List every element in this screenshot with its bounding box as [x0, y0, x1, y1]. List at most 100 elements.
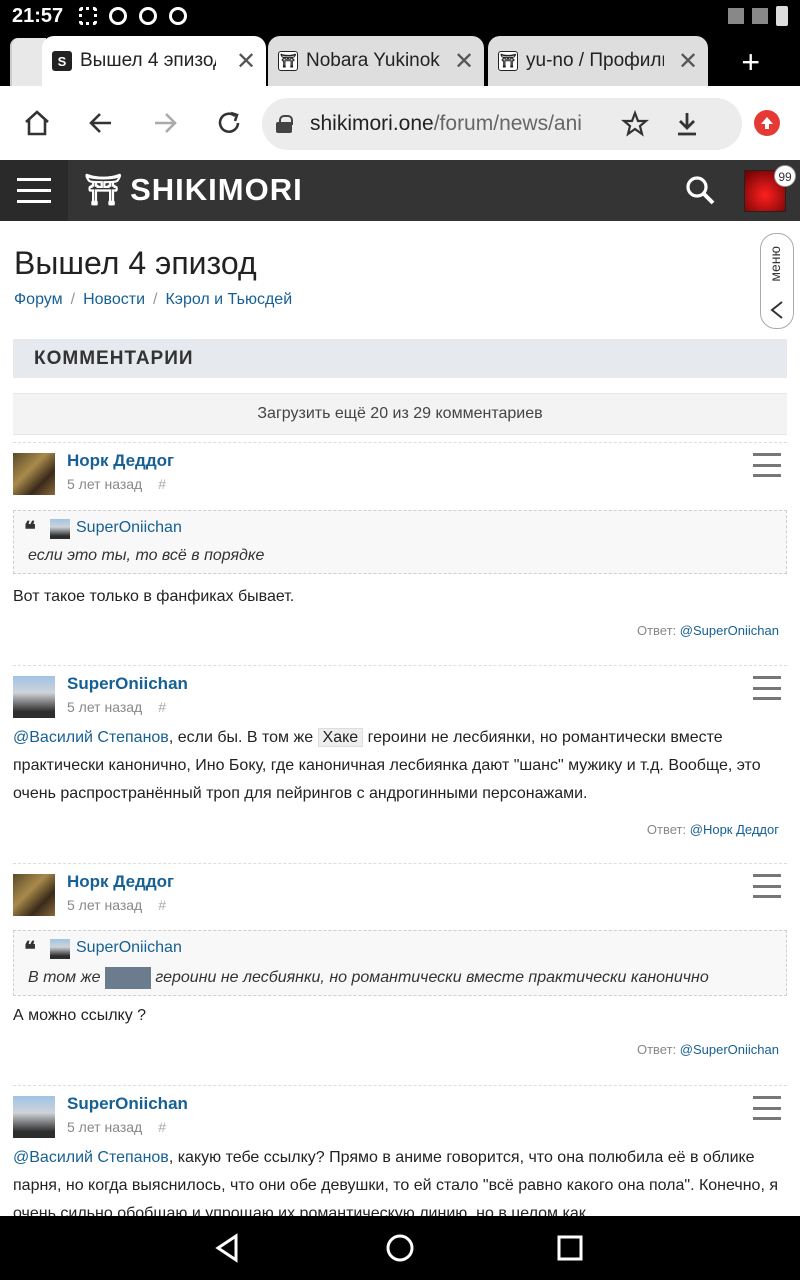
reload-icon[interactable] [212, 106, 246, 140]
page-content: Вышел 4 эпизод Форум / Новости / Кэрол и… [0, 221, 800, 1216]
user-mention[interactable]: @Василий Степанов [13, 1149, 169, 1166]
tab-stack[interactable] [10, 38, 46, 86]
reply-mention[interactable]: @SuperOniichan [680, 623, 779, 638]
quote-author[interactable]: SuperOniichan [76, 519, 182, 537]
quote-block: ❝ SuperOniichan В том же героини не лесб… [13, 930, 787, 996]
system-nav-bar [0, 1216, 800, 1280]
comment: SuperOniichan 5 лет назад # @Василий Степ… [13, 1085, 787, 1216]
star-icon[interactable] [618, 107, 652, 141]
logo-text: SHIKIMORI [130, 172, 303, 207]
shikimori-icon: ⛩ [278, 51, 298, 71]
breadcrumb-forum[interactable]: Форум [14, 291, 63, 309]
spoiler-block[interactable] [104, 967, 151, 989]
download-icon[interactable] [670, 107, 704, 141]
comment-author[interactable]: Норк Деддог [67, 451, 174, 471]
tab-active[interactable]: S Вышел 4 эпизод ✕ [42, 36, 266, 86]
menu-label: меню [767, 246, 783, 282]
quote-icon: ❝ [24, 937, 36, 962]
home-icon[interactable] [20, 106, 54, 140]
comment-menu-icon[interactable] [753, 874, 781, 898]
forward-icon[interactable] [148, 106, 182, 140]
tab-title: Вышел 4 эпизод [80, 50, 216, 71]
quote-icon: ❝ [24, 517, 36, 542]
comment-author[interactable]: Норк Деддог [67, 872, 174, 892]
breadcrumb: Форум / Новости / Кэрол и Тьюсдей [14, 291, 293, 309]
comment-body: Вот такое только в фанфиках бывает. [13, 588, 295, 605]
user-mention[interactable]: @Василий Степанов [13, 729, 169, 746]
anime-tag[interactable]: Хаке [317, 728, 364, 747]
comment-menu-icon[interactable] [753, 676, 781, 700]
back-nav-icon[interactable] [212, 1232, 244, 1264]
quote-text: если это ты, то всё в порядке [28, 547, 265, 564]
comment-author[interactable]: SuperOniichan [67, 674, 188, 694]
reply-mention[interactable]: @Норк Деддог [690, 822, 779, 837]
status-bar: 21:57 [0, 0, 800, 32]
close-icon[interactable]: ✕ [678, 47, 698, 76]
avatar[interactable] [13, 676, 55, 718]
url-field[interactable]: shikimori.one/forum/news/ani [262, 98, 742, 150]
system-indicators [728, 6, 788, 26]
chevron-left-icon [770, 301, 783, 319]
breadcrumb-anime[interactable]: Кэрол и Тьюсдей [165, 291, 292, 309]
shikimori-icon: ⛩ [84, 173, 123, 207]
update-icon[interactable] [754, 110, 780, 136]
notification-badge: 99 [774, 165, 796, 187]
comments-heading: КОММЕНТАРИИ [13, 339, 787, 378]
shikimori-icon: ⛩ [498, 51, 518, 71]
breadcrumb-news[interactable]: Новости [83, 291, 145, 309]
avatar[interactable] [13, 1096, 55, 1138]
side-menu-toggle[interactable]: меню [760, 233, 794, 329]
comment-time: 5 лет назад # [67, 476, 166, 492]
load-more-button[interactable]: Загрузить ещё 20 из 29 комментариев [13, 393, 787, 435]
signal-icon [752, 8, 768, 24]
new-tab-button[interactable]: + [741, 46, 760, 78]
search-icon[interactable] [682, 172, 718, 208]
tab-yuno[interactable]: ⛩ yu-no / Профиль ✕ [488, 36, 708, 86]
comment: Норк Деддог 5 лет назад # ❝ SuperOniichan… [13, 863, 787, 1085]
comment-menu-icon[interactable] [753, 453, 781, 477]
close-icon[interactable]: ✕ [236, 47, 256, 76]
tab-favicon: S [52, 51, 72, 71]
settings-notification-icon [79, 7, 98, 25]
comment-author[interactable]: SuperOniichan [67, 1094, 188, 1114]
clock: 21:57 [12, 4, 64, 27]
lock-icon [276, 115, 293, 133]
address-bar: shikimori.one/forum/news/ani [0, 86, 800, 160]
back-icon[interactable] [84, 106, 118, 140]
avatar[interactable] [13, 453, 55, 495]
comment-menu-icon[interactable] [753, 1096, 781, 1120]
close-icon[interactable]: ✕ [454, 47, 474, 76]
reply-info: Ответ: @SuperOniichan [636, 1042, 779, 1057]
chrome-notification-icon [169, 7, 188, 25]
mute-icon [728, 8, 744, 24]
quote-block: ❝ SuperOniichan если это ты, то всё в по… [13, 510, 787, 574]
screen: 21:57 S Вышел 4 эпизод ✕ ⛩ Nobara Yukino… [0, 0, 800, 1280]
comment-time: 5 лет назад # [67, 897, 166, 913]
reply-mention[interactable]: @SuperOniichan [680, 1042, 779, 1057]
quote-text: В том же героини не лесбиянки, но романт… [28, 967, 709, 989]
chrome-notification-icon [109, 7, 128, 25]
comment-time: 5 лет назад # [67, 699, 166, 715]
reply-info: Ответ: @Норк Деддог [646, 822, 779, 837]
avatar[interactable] [13, 874, 55, 916]
tab-title: yu-no / Профиль [526, 50, 664, 71]
reply-info: Ответ: @SuperOniichan [636, 623, 779, 638]
avatar [50, 519, 70, 539]
tab-nobara[interactable]: ⛩ Nobara Yukinoko ✕ [268, 36, 484, 86]
comment-body: @Василий Степанов, какую тебе ссылку? Пр… [13, 1149, 778, 1216]
site-header: ⛩ SHIKIMORI [0, 160, 800, 221]
avatar [50, 939, 70, 959]
tab-strip: S Вышел 4 эпизод ✕ ⛩ Nobara Yukinoko ✕ ⛩… [0, 32, 800, 86]
recents-nav-icon[interactable] [554, 1232, 586, 1264]
hamburger-menu-button[interactable] [0, 160, 68, 221]
comment-time: 5 лет назад # [67, 1119, 166, 1135]
url-text[interactable]: shikimori.one/forum/news/ani [310, 112, 600, 136]
quote-author[interactable]: SuperOniichan [76, 939, 182, 957]
page-title: Вышел 4 эпизод [14, 245, 257, 281]
battery-icon [776, 6, 788, 26]
site-logo[interactable]: ⛩ SHIKIMORI [84, 172, 303, 208]
chrome-notification-icon [139, 7, 158, 25]
home-nav-icon[interactable] [384, 1232, 416, 1264]
comment-body: @Василий Степанов, если бы. В том же Хак… [13, 728, 761, 802]
comment: Норк Деддог 5 лет назад # ❝ SuperOniichan… [13, 442, 787, 666]
